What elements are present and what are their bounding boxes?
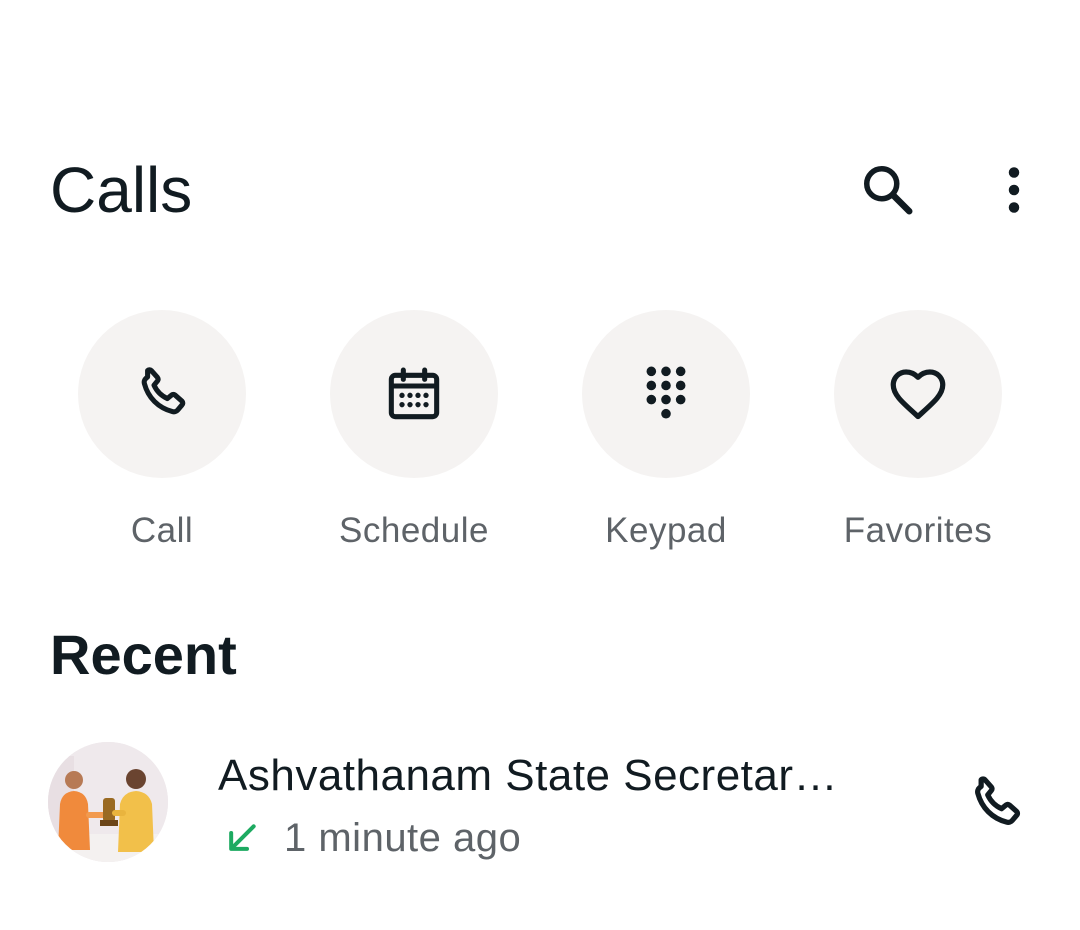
schedule-action[interactable]: Schedule — [314, 310, 514, 552]
call-meta: 1 minute ago — [218, 814, 521, 862]
keypad-action-circle — [582, 310, 750, 478]
calendar-icon — [388, 367, 440, 420]
call-action-circle — [78, 310, 246, 478]
call-log-row[interactable]: Ashvathanam State Secretar… 1 minute ago — [0, 730, 1080, 870]
calls-screen: Calls Call Schedule Keypad Favorites Rec… — [0, 0, 1080, 930]
recent-section-title: Recent — [50, 623, 237, 686]
schedule-action-label: Schedule — [339, 511, 489, 550]
call-action[interactable]: Call — [62, 310, 262, 552]
heart-icon — [890, 369, 946, 420]
schedule-action-circle — [330, 310, 498, 478]
favorites-action-label: Favorites — [843, 511, 993, 550]
favorites-action[interactable]: Favorites — [818, 310, 1018, 552]
avatar[interactable] — [48, 742, 168, 862]
incoming-call-arrow-icon — [218, 814, 266, 862]
quick-actions: Call Schedule Keypad Favorites — [78, 310, 1002, 560]
keypad-action-label: Keypad — [605, 511, 727, 550]
more-vertical-icon — [1008, 167, 1020, 213]
call-timestamp: 1 minute ago — [284, 816, 522, 860]
search-button[interactable] — [852, 154, 924, 226]
contact-name: Ashvathanam State Secretar… — [218, 751, 839, 800]
call-back-button[interactable] — [956, 764, 1036, 844]
dialpad-icon — [646, 366, 686, 419]
phone-icon — [975, 776, 1021, 825]
contact-photo — [48, 742, 168, 862]
call-action-label: Call — [130, 511, 194, 550]
favorites-action-circle — [834, 310, 1002, 478]
search-icon — [864, 166, 913, 215]
phone-icon — [141, 367, 186, 415]
keypad-action[interactable]: Keypad — [566, 310, 766, 552]
page-title: Calls — [50, 154, 193, 226]
more-options-button[interactable] — [978, 154, 1050, 226]
